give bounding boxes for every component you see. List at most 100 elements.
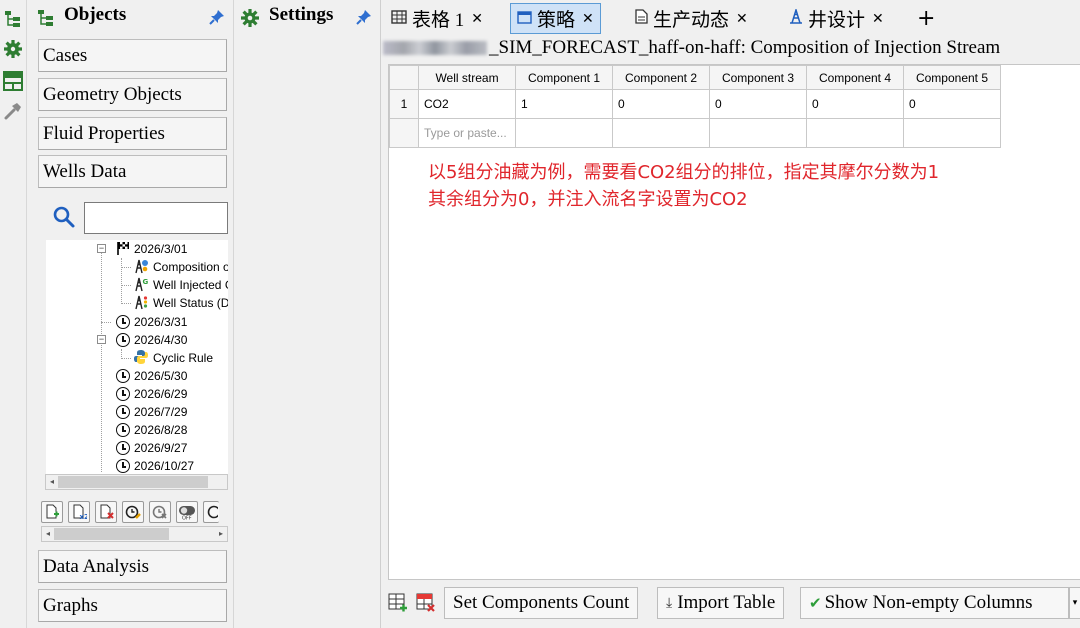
settings-gear-icon[interactable] <box>2 38 24 60</box>
annotation-line-2: 其余组分为0，并注入流名字设置为CO2 <box>428 189 748 210</box>
pin-icon[interactable] <box>356 9 372 30</box>
column-header-component-2[interactable]: Component 2 <box>612 65 710 90</box>
column-header-component-5[interactable]: Component 5 <box>903 65 1001 90</box>
scroll-left-icon[interactable]: ◂ <box>46 475 58 489</box>
new-row-placeholder[interactable]: Type or paste... <box>418 118 516 148</box>
tree-node-date[interactable]: 2026/3/31 <box>116 313 187 331</box>
svg-text:OFF: OFF <box>182 516 192 521</box>
scroll-right-icon[interactable]: ▸ <box>215 527 227 541</box>
objects-tree-icon <box>37 9 55 32</box>
column-header-component-4[interactable]: Component 4 <box>806 65 904 90</box>
table-cell[interactable]: CO2 <box>418 89 516 119</box>
tree-node-date[interactable]: 2026/9/27 <box>116 439 187 457</box>
corner-cell[interactable] <box>389 65 419 90</box>
show-nonempty-columns-button[interactable]: ✔ Show Non-empty Columns <box>800 587 1069 619</box>
close-icon[interactable]: ✕ <box>471 11 483 27</box>
pin-icon[interactable] <box>209 9 225 30</box>
tree-node-date[interactable]: 2026/10/27 <box>116 457 194 475</box>
tree-node-label: 2026/10/27 <box>134 459 195 473</box>
tab-production[interactable]: 生产动态 ✕ <box>629 3 754 34</box>
svg-text:x2: x2 <box>80 513 88 520</box>
tree-node-date[interactable]: 2026/5/30 <box>116 367 187 385</box>
tree-node-date[interactable]: 2026/8/28 <box>116 421 187 439</box>
row-number[interactable]: 1 <box>389 89 419 119</box>
add-tab-button[interactable]: + <box>911 3 941 34</box>
table-row-new[interactable]: Type or paste... <box>389 118 1001 148</box>
tree-node-well-status[interactable]: Well Status (DW1 <box>133 294 228 312</box>
objects-tree[interactable]: − 2026/3/01 Composition of Ir G Well Inj… <box>46 240 228 476</box>
bottom-toolbar: Set Components Count ⤓ Import Table ✔ Sh… <box>381 584 1080 624</box>
search-input[interactable] <box>84 202 228 234</box>
tree-node-cyclic-rule[interactable]: Cyclic Rule <box>133 349 213 367</box>
scroll-thumb[interactable] <box>54 528 169 540</box>
toggle-off-icon[interactable]: OFF <box>176 501 198 523</box>
table-cell[interactable] <box>903 118 1001 148</box>
tree-horizontal-scrollbar[interactable]: ◂ <box>45 474 228 490</box>
tree-node-date[interactable]: 2026/3/01 <box>116 240 187 258</box>
composition-table[interactable]: Well stream Component 1 Component 2 Comp… <box>388 64 1080 580</box>
well-status-icon <box>133 294 149 313</box>
tree-node-well-injected-gas[interactable]: G Well Injected Gas <box>133 276 228 294</box>
data-grid[interactable]: Well stream Component 1 Component 2 Comp… <box>389 65 1001 148</box>
table-icon <box>391 8 407 30</box>
settings-panel-title: Settings <box>269 4 334 25</box>
layout-icon[interactable] <box>2 70 24 92</box>
close-icon[interactable]: ✕ <box>582 11 594 27</box>
table-cell[interactable] <box>709 118 807 148</box>
table-cell[interactable] <box>515 118 613 148</box>
tab-table-1[interactable]: 表格 1 ✕ <box>385 3 489 34</box>
category-fluid-properties[interactable]: Fluid Properties <box>38 117 227 150</box>
column-header-well-stream[interactable]: Well stream <box>418 65 516 90</box>
edit-date-icon[interactable] <box>122 501 144 523</box>
tree-node-date[interactable]: 2026/6/29 <box>116 385 187 403</box>
settings-gear-icon <box>240 8 260 33</box>
tree-line <box>121 267 131 268</box>
hammer-icon[interactable] <box>2 100 24 122</box>
objects-tree-icon[interactable] <box>2 8 24 30</box>
scroll-thumb[interactable] <box>58 476 208 488</box>
tab-strategy[interactable]: 策略 ✕ <box>510 3 601 34</box>
category-geometry-objects[interactable]: Geometry Objects <box>38 78 227 111</box>
row-number[interactable] <box>389 118 419 148</box>
category-data-analysis[interactable]: Data Analysis <box>38 550 227 583</box>
import-table-button[interactable]: ⤓ Import Table <box>657 587 785 619</box>
table-cell[interactable]: 0 <box>612 89 710 119</box>
tree-node-label: 2026/8/28 <box>134 423 188 437</box>
collapse-toggle-icon[interactable]: − <box>97 335 106 344</box>
tree-node-date[interactable]: 2026/4/30 <box>116 331 187 349</box>
tree-line <box>121 303 131 304</box>
add-event-icon[interactable] <box>41 501 63 523</box>
tree-node-composition[interactable]: Composition of Ir <box>133 258 228 276</box>
clock-icon <box>116 405 130 419</box>
delete-date-icon[interactable] <box>149 501 171 523</box>
table-cell[interactable]: 0 <box>903 89 1001 119</box>
set-components-count-button[interactable]: Set Components Count <box>444 587 639 619</box>
close-icon[interactable]: ✕ <box>872 11 884 27</box>
table-row[interactable]: 1 CO2 1 0 0 0 0 <box>389 89 1001 119</box>
close-icon[interactable]: ✕ <box>736 11 748 27</box>
tab-label: 生产动态 <box>653 10 730 31</box>
more-date-icon[interactable] <box>203 501 219 523</box>
table-cell[interactable]: 0 <box>806 89 904 119</box>
tab-well-design[interactable]: 井设计 ✕ <box>783 3 890 34</box>
collapse-toggle-icon[interactable]: − <box>97 244 106 253</box>
column-header-component-3[interactable]: Component 3 <box>709 65 807 90</box>
duplicate-event-icon[interactable]: x2 <box>68 501 90 523</box>
clock-icon <box>116 333 130 347</box>
delete-row-icon[interactable] <box>416 593 436 618</box>
table-cell[interactable] <box>806 118 904 148</box>
table-cell[interactable] <box>612 118 710 148</box>
column-header-component-1[interactable]: Component 1 <box>515 65 613 90</box>
blurred-project-name <box>383 41 487 55</box>
toolbar-horizontal-scrollbar[interactable]: ◂ ▸ <box>41 526 228 542</box>
delete-event-icon[interactable] <box>95 501 117 523</box>
table-cell[interactable]: 1 <box>515 89 613 119</box>
category-graphs[interactable]: Graphs <box>38 589 227 622</box>
tree-node-date[interactable]: 2026/7/29 <box>116 403 187 421</box>
category-wells-data[interactable]: Wells Data <box>38 155 227 188</box>
chevron-down-icon[interactable]: ▾ <box>1069 587 1080 619</box>
add-row-icon[interactable] <box>388 593 408 618</box>
scroll-left-icon[interactable]: ◂ <box>42 527 54 541</box>
table-cell[interactable]: 0 <box>709 89 807 119</box>
category-cases[interactable]: Cases <box>38 39 227 72</box>
